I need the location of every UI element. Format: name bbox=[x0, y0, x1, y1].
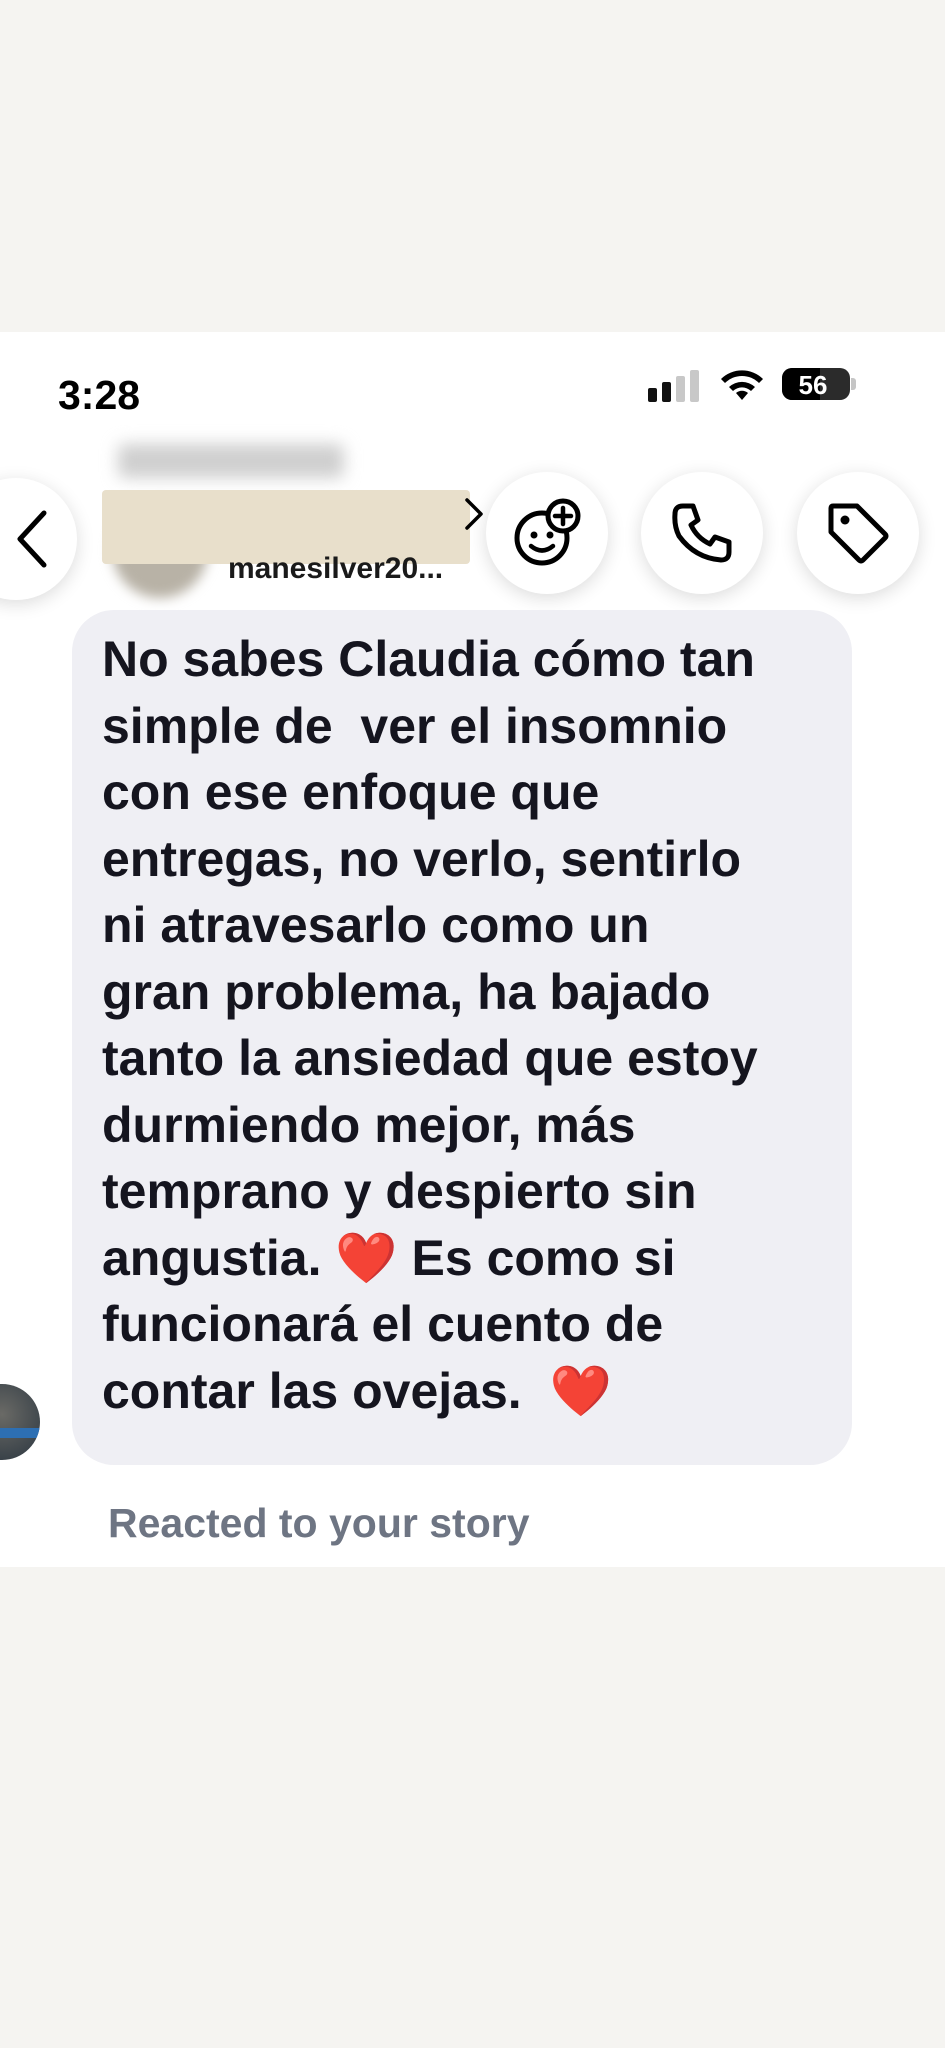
tag-icon bbox=[828, 503, 889, 564]
cellular-signal-icon bbox=[648, 370, 699, 402]
phone-icon bbox=[672, 503, 732, 563]
status-time: 3:28 bbox=[58, 372, 141, 418]
battery-level-text: 56 bbox=[798, 370, 828, 400]
video-effects-button[interactable] bbox=[486, 472, 608, 594]
message-line: No sabes Claudia cómo tan bbox=[102, 631, 755, 687]
message-line: con ese enfoque que bbox=[102, 764, 600, 820]
heart-emoji: ❤️ bbox=[335, 1229, 398, 1286]
message-text: No sabes Claudia cómo tan simple de ver … bbox=[102, 626, 837, 1424]
heart-emoji: ❤️ bbox=[549, 1362, 612, 1419]
message-line: funcionará el cuento de bbox=[102, 1296, 664, 1352]
battery-indicator: 56 bbox=[782, 368, 850, 400]
back-button[interactable] bbox=[0, 478, 77, 600]
blurred-display-name bbox=[118, 444, 344, 478]
chevron-right-icon[interactable] bbox=[462, 496, 486, 532]
battery-tip bbox=[851, 378, 856, 390]
message-line: entregas, no verlo, sentirlo bbox=[102, 830, 742, 887]
chevron-left-icon bbox=[17, 510, 47, 568]
message-line: durmiendo mejor, más bbox=[102, 1096, 636, 1153]
story-reaction-note: Reacted to your story bbox=[108, 1500, 530, 1546]
call-button[interactable] bbox=[641, 472, 763, 594]
profile-username[interactable]: manesilver20... bbox=[228, 552, 482, 586]
message-line: contar las ovejas. bbox=[102, 1362, 550, 1419]
message-line: tanto la ansiedad que estoy bbox=[102, 1030, 758, 1086]
message-line: temprano y despierto sin bbox=[102, 1163, 697, 1219]
message-line: simple de ver el insomnio bbox=[102, 697, 728, 754]
message-line: gran problema, ha bajado bbox=[102, 963, 711, 1020]
sender-avatar[interactable] bbox=[0, 1384, 40, 1460]
face-plus-icon bbox=[514, 498, 581, 566]
wifi-icon bbox=[721, 370, 763, 400]
tag-button[interactable] bbox=[797, 472, 919, 594]
message-line: Es como si bbox=[397, 1229, 676, 1286]
message-line: ni atravesarlo como un bbox=[102, 897, 650, 953]
screenshot-panel: 3:28 56 manesilver20... No sabes Claudia… bbox=[0, 332, 945, 1567]
message-line: angustia. bbox=[102, 1229, 336, 1286]
message-bubble[interactable]: No sabes Claudia cómo tan simple de ver … bbox=[72, 610, 852, 1465]
